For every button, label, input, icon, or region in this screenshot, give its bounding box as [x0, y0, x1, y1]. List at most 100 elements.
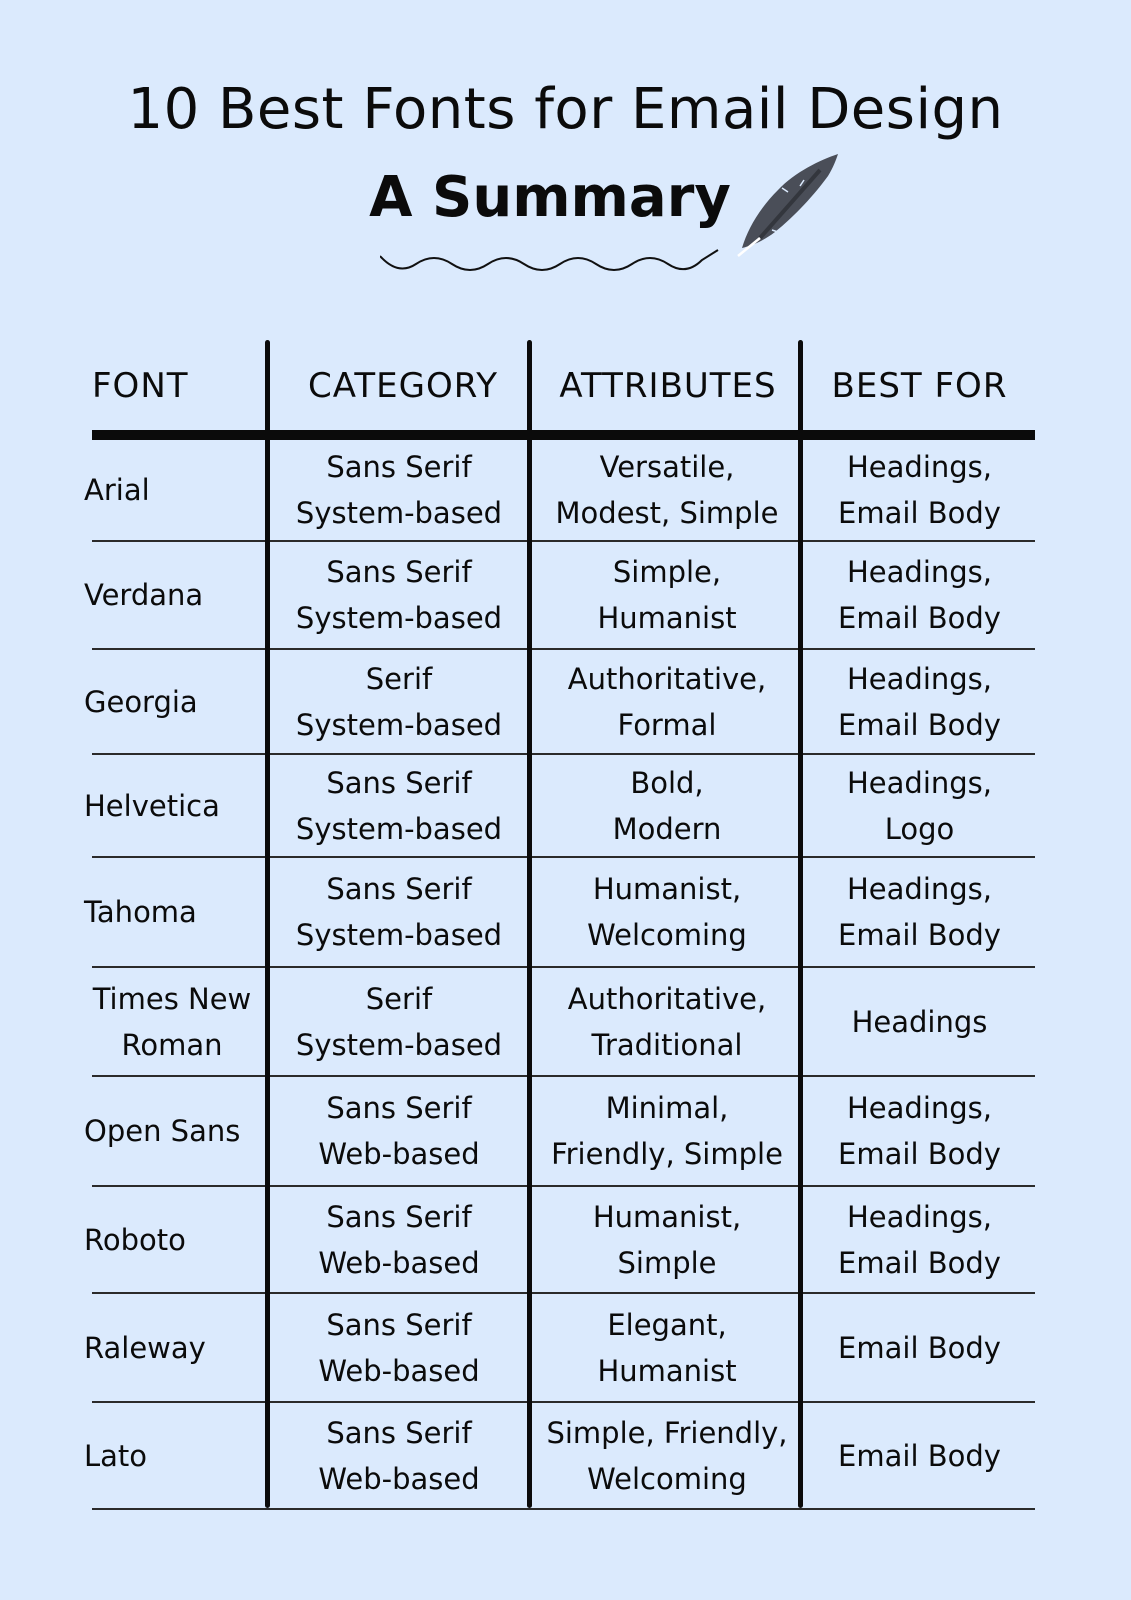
cell-category-line: System-based	[295, 811, 503, 846]
cell-attributes-line: Authoritative,	[567, 661, 767, 696]
cell-attributes: Humanist, Welcoming	[532, 858, 802, 966]
cell-category-line: Serif	[365, 661, 433, 696]
table-row: Times New Roman Serif System-based Authorita…	[92, 968, 1035, 1077]
cell-best-for: Email Body	[804, 1403, 1035, 1508]
cell-font: Verdana	[84, 542, 260, 648]
table-row: Tahoma Sans Serif System-based Humanist, Wel…	[84, 858, 1035, 968]
cell-best-for-line: Headings,	[847, 1199, 992, 1234]
column-divider	[798, 340, 803, 1508]
cell-best-for: Email Body	[804, 1294, 1035, 1401]
cell-category: Sans Serif Web-based	[268, 1077, 530, 1185]
cell-attributes: Versatile, Modest, Simple	[532, 440, 802, 540]
cell-category-line: Sans Serif	[326, 1199, 472, 1234]
cell-font-line: Helvetica	[84, 788, 220, 823]
cell-attributes: Minimal, Friendly, Simple	[532, 1077, 802, 1185]
cell-best-for-line: Headings,	[847, 450, 992, 484]
cell-category: Sans Serif System-based	[268, 858, 530, 966]
cell-category-line: System-based	[295, 496, 503, 530]
cell-font: Raleway	[84, 1294, 260, 1401]
cell-font: Roboto	[84, 1187, 260, 1292]
cell-category-line: Sans Serif	[326, 1415, 472, 1450]
cell-attributes-line: Elegant,	[607, 1307, 727, 1342]
cell-category-line: Sans Serif	[326, 450, 472, 484]
table-row: Open Sans Sans Serif Web-based Minimal, Frie…	[84, 1077, 1035, 1187]
cell-category-line: Sans Serif	[326, 555, 472, 589]
cell-category-line: System-based	[295, 918, 503, 952]
cell-attributes-line: Simple	[617, 1245, 717, 1280]
cell-best-for-line: Email Body	[838, 1438, 1001, 1473]
cell-attributes-line: Humanist,	[592, 872, 742, 906]
cell-attributes-line: Simple, Friendly,	[546, 1415, 788, 1450]
column-divider	[527, 340, 532, 1508]
cell-attributes-line: Simple,	[612, 555, 722, 589]
cell-font: Open Sans	[84, 1077, 260, 1185]
table-header: FONT CATEGORY ATTRIBUTES BEST FOR	[92, 340, 1035, 430]
cell-category-line: Sans Serif	[326, 765, 472, 800]
header-divider	[92, 430, 1035, 440]
cell-best-for-line: Email Body	[838, 601, 1001, 635]
cell-best-for-line: Headings,	[847, 661, 992, 696]
cell-best-for-line: Email Body	[838, 918, 1001, 952]
cell-font: Helvetica	[84, 755, 260, 856]
column-header-attributes: ATTRIBUTES	[559, 366, 777, 406]
cell-best-for-line: Email Body	[838, 707, 1001, 742]
cell-category-line: Web-based	[318, 1137, 480, 1171]
cell-attributes: Bold, Modern	[532, 755, 802, 856]
cell-attributes-line: Versatile,	[599, 450, 735, 484]
cell-attributes-line: Humanist,	[592, 1199, 742, 1234]
cell-font-line: Lato	[84, 1438, 148, 1473]
cell-category-line: Serif	[365, 981, 433, 1016]
cell-category-line: System-based	[295, 601, 503, 635]
cell-font: Lato	[84, 1403, 260, 1508]
cell-best-for-line: Email Body	[838, 1245, 1001, 1280]
squiggle-line-decoration	[380, 249, 719, 271]
cell-best-for: Headings, Email Body	[804, 650, 1035, 753]
cell-attributes: Elegant, Humanist	[532, 1294, 802, 1401]
cell-best-for: Headings, Email Body	[804, 440, 1035, 540]
cell-font-line: Roboto	[84, 1222, 186, 1257]
cell-category: Sans Serif System-based	[268, 440, 530, 540]
cell-best-for: Headings, Email Body	[804, 858, 1035, 966]
column-divider	[265, 340, 270, 1508]
cell-category-line: Sans Serif	[326, 1307, 472, 1342]
cell-category-line: Web-based	[318, 1245, 480, 1280]
cell-category-line: Web-based	[318, 1461, 480, 1496]
page-subtitle: A Summary	[369, 165, 731, 230]
cell-attributes-line: Humanist	[597, 1353, 737, 1388]
cell-attributes-line: Welcoming	[587, 918, 747, 952]
cell-font-line: Georgia	[84, 684, 198, 719]
cell-best-for: Headings, Email Body	[804, 542, 1035, 648]
cell-attributes: Simple, Humanist	[532, 542, 802, 648]
cell-best-for-line: Headings,	[847, 1091, 992, 1125]
cell-category: Sans Serif System-based	[268, 755, 530, 856]
cell-font-line: Arial	[84, 473, 150, 507]
cell-font: Arial	[84, 440, 260, 540]
column-header-font: FONT	[92, 366, 189, 406]
cell-best-for-line: Logo	[884, 811, 955, 846]
table-row: Georgia Serif System-based Authoritative, Fo…	[84, 650, 1035, 755]
cell-category-line: System-based	[295, 707, 503, 742]
cell-attributes-line: Minimal,	[605, 1091, 729, 1125]
cell-attributes-line: Bold,	[630, 765, 704, 800]
cell-font-line: Raleway	[84, 1330, 206, 1365]
cell-attributes: Humanist, Simple	[532, 1187, 802, 1292]
cell-category: Serif System-based	[268, 650, 530, 753]
cell-attributes-line: Traditional	[591, 1027, 743, 1062]
column-header-best-for: BEST FOR	[831, 366, 1008, 406]
cell-font-line: Tahoma	[84, 895, 197, 929]
page-title: 10 Best Fonts for Email Design	[127, 77, 1004, 142]
table-row: Raleway Sans Serif Web-based Elegant, Humani…	[84, 1294, 1035, 1403]
table-row: Lato Sans Serif Web-based Simple, Friendly,…	[84, 1403, 1035, 1510]
column-header-category: CATEGORY	[308, 366, 498, 406]
cell-attributes: Authoritative, Formal	[532, 650, 802, 753]
cell-best-for-line: Email Body	[838, 1137, 1001, 1171]
cell-category-line: Sans Serif	[326, 872, 472, 906]
table-row: Verdana Sans Serif System-based Simple, Huma…	[84, 542, 1035, 650]
cell-attributes-line: Formal	[617, 707, 717, 742]
cell-font: Times New Roman	[84, 968, 260, 1075]
cell-best-for-line: Email Body	[838, 496, 1001, 530]
cell-best-for: Headings	[804, 968, 1035, 1075]
cell-font-line: Roman	[121, 1027, 223, 1062]
cell-best-for-line: Headings	[851, 1004, 988, 1039]
table-row: Helvetica Sans Serif System-based Bold, Mode…	[84, 755, 1035, 858]
